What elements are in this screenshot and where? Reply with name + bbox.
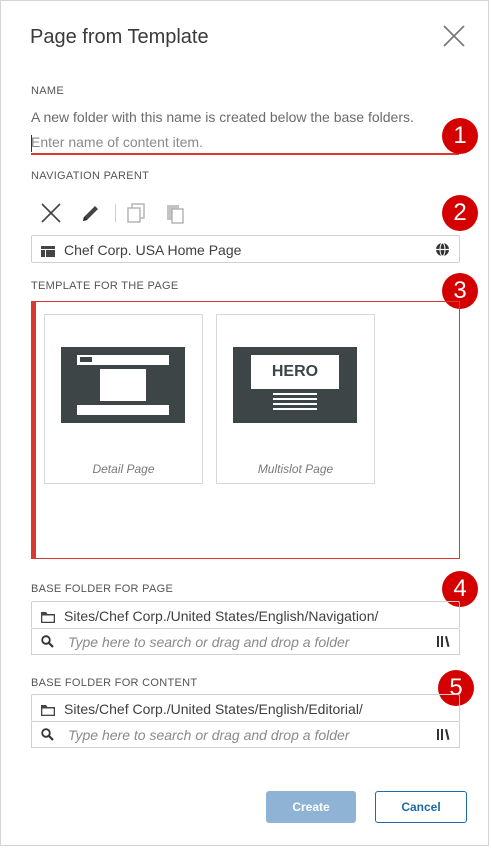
template-caption-detail: Detail Page: [92, 462, 155, 476]
base-folder-page-field[interactable]: Sites/Chef Corp./United States/English/N…: [31, 601, 460, 629]
name-input[interactable]: [31, 131, 459, 155]
badge-2: 2: [442, 195, 478, 231]
name-label: NAME: [31, 85, 64, 97]
library-icon[interactable]: [436, 728, 450, 746]
name-description: A new folder with this name is created b…: [31, 109, 414, 125]
navigation-parent-field[interactable]: Chef Corp. USA Home Page: [31, 235, 460, 263]
search-placeholder: Type here to search or drag and drop a f…: [68, 634, 350, 650]
paste-icon[interactable]: [162, 200, 188, 226]
page-from-template-dialog: Page from Template NAME A new folder wit…: [0, 0, 489, 846]
toolbar-separator: [115, 204, 116, 222]
edit-pencil-icon[interactable]: [78, 200, 104, 226]
folder-icon: [41, 703, 55, 721]
search-icon: [41, 728, 54, 746]
navigation-parent-label: NAVIGATION PARENT: [31, 170, 150, 182]
clear-icon[interactable]: [38, 200, 64, 226]
folder-icon: [41, 610, 55, 628]
search-icon: [41, 635, 54, 653]
base-folder-page-label: BASE FOLDER FOR PAGE: [31, 583, 174, 595]
library-icon[interactable]: [436, 635, 450, 653]
navigation-parent-value: Chef Corp. USA Home Page: [64, 242, 242, 258]
copy-icon[interactable]: [123, 200, 149, 226]
base-folder-content-path: Sites/Chef Corp./United States/English/E…: [64, 701, 363, 717]
hero-label: HERO: [251, 355, 339, 389]
base-folder-page-path: Sites/Chef Corp./United States/English/N…: [64, 608, 379, 624]
dialog-title: Page from Template: [30, 26, 209, 48]
close-icon[interactable]: [442, 24, 466, 48]
detail-page-thumbnail: [61, 347, 185, 423]
page-icon: [41, 244, 55, 262]
multislot-page-thumbnail: HERO: [233, 347, 357, 423]
globe-icon: [435, 242, 450, 262]
template-card-detail-page[interactable]: Detail Page: [44, 314, 203, 484]
text-caret: [31, 135, 32, 152]
badge-1: 1: [442, 118, 478, 154]
template-selector: Detail Page HERO Multislot Page: [31, 301, 460, 559]
cancel-button[interactable]: Cancel: [375, 791, 467, 823]
base-folder-content-search[interactable]: Type here to search or drag and drop a f…: [31, 722, 460, 748]
create-button[interactable]: Create: [266, 791, 356, 823]
template-card-multislot-page[interactable]: HERO Multislot Page: [216, 314, 375, 484]
search-placeholder: Type here to search or drag and drop a f…: [68, 727, 350, 743]
base-folder-page-search[interactable]: Type here to search or drag and drop a f…: [31, 629, 460, 655]
base-folder-content-field[interactable]: Sites/Chef Corp./United States/English/E…: [31, 694, 460, 722]
base-folder-content-label: BASE FOLDER FOR CONTENT: [31, 677, 198, 689]
template-label: TEMPLATE FOR THE PAGE: [31, 280, 179, 292]
template-caption-multislot: Multislot Page: [257, 462, 334, 476]
